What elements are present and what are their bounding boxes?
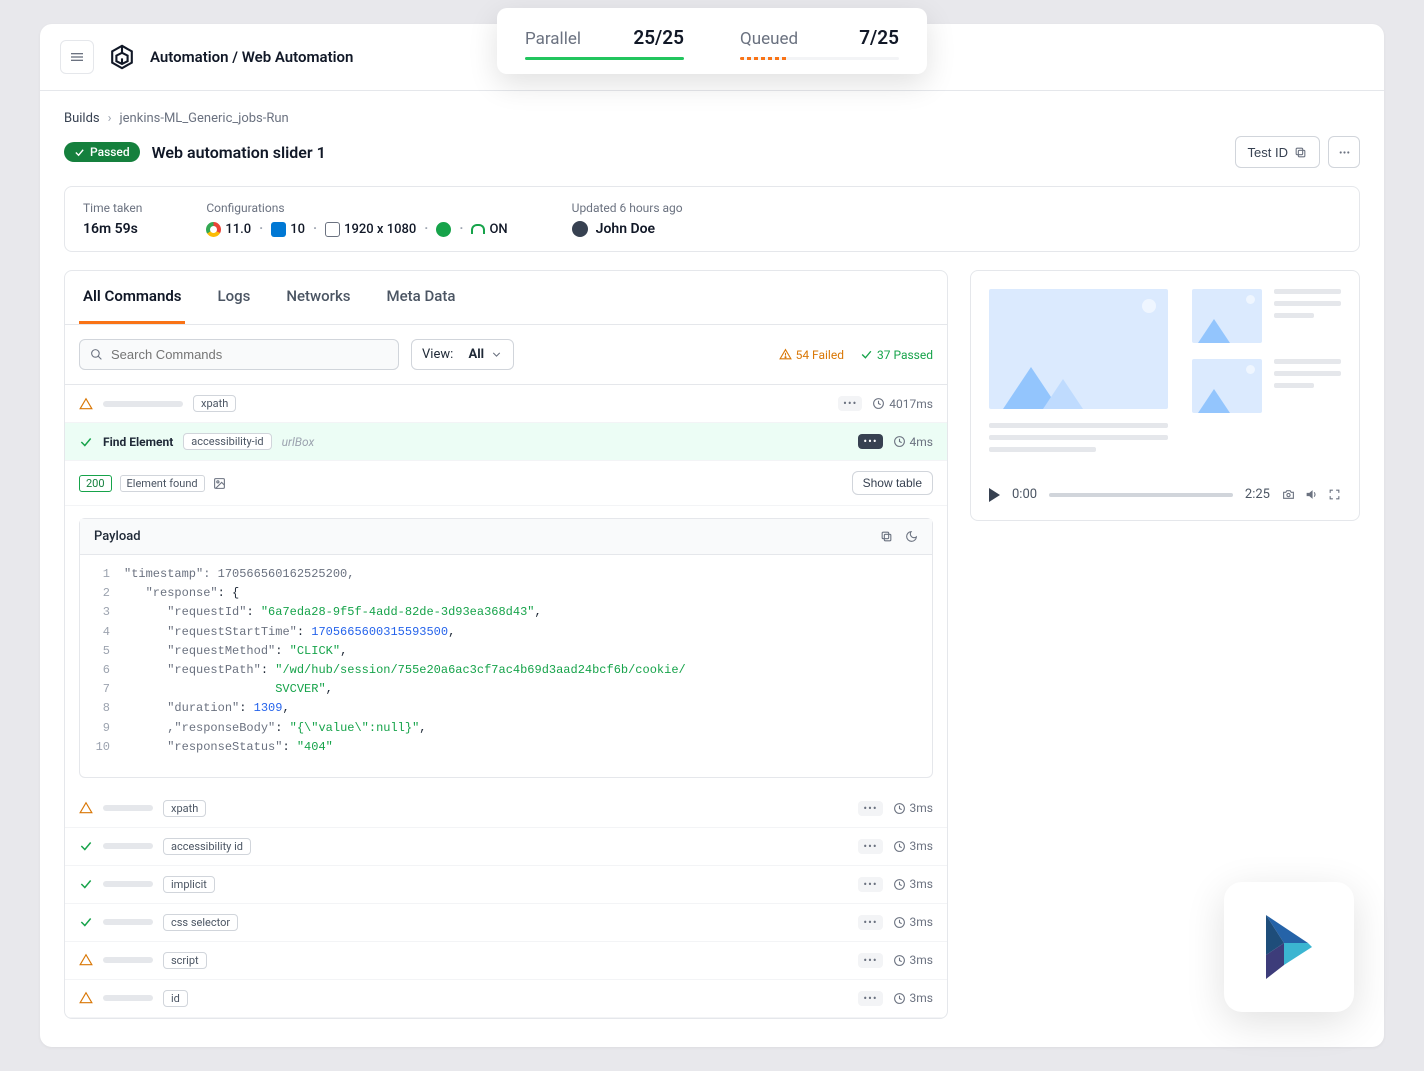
show-table-button[interactable]: Show table (852, 471, 933, 495)
clock-icon (893, 878, 906, 891)
brand-logo-fab[interactable] (1224, 882, 1354, 1012)
player-current-time: 0:00 (1012, 487, 1037, 502)
row-more-icon[interactable]: ••• (858, 915, 882, 930)
clock-icon (893, 916, 906, 929)
windows-icon (271, 222, 286, 237)
clock-icon (893, 954, 906, 967)
view-dropdown[interactable]: View: All (411, 339, 514, 370)
command-row[interactable]: css selector•••3ms (65, 904, 947, 942)
chevron-down-icon (490, 348, 503, 361)
command-row[interactable]: xpath ••• 4017ms (65, 385, 947, 423)
warning-icon (79, 991, 93, 1005)
warning-icon (779, 348, 792, 361)
app-logo-icon (108, 43, 136, 71)
player-track[interactable] (1049, 493, 1233, 497)
fullscreen-icon[interactable] (1328, 488, 1341, 501)
clock-icon (893, 435, 906, 448)
tab-metadata[interactable]: Meta Data (383, 271, 460, 324)
check-icon (79, 839, 93, 853)
row-more-icon[interactable]: ••• (858, 953, 882, 968)
search-input-wrap[interactable] (79, 339, 399, 370)
clock-icon (893, 802, 906, 815)
status-code-chip: 200 (79, 475, 112, 492)
tab-logs[interactable]: Logs (213, 271, 254, 324)
row-more-icon[interactable]: ••• (858, 434, 882, 449)
chrome-icon (206, 222, 221, 237)
command-row-active[interactable]: Find Element accessibility-id urlBox •••… (65, 423, 947, 461)
warning-icon (79, 397, 93, 411)
command-row[interactable]: xpath•••3ms (65, 790, 947, 828)
failed-count: 54 Failed (779, 348, 844, 362)
warning-icon (79, 801, 93, 815)
parallel-label: Parallel (525, 29, 581, 49)
menu-button[interactable] (60, 40, 94, 74)
test-title: Web automation slider 1 (152, 143, 326, 162)
command-row[interactable]: implicit•••3ms (65, 866, 947, 904)
breadcrumb-root[interactable]: Builds (64, 111, 100, 126)
volume-icon[interactable] (1305, 488, 1318, 501)
time-taken-value: 16m 59s (83, 221, 142, 237)
network-icon (436, 222, 451, 237)
row-more-icon[interactable]: ••• (858, 877, 882, 892)
chevron-right-icon: › (108, 111, 112, 126)
search-input[interactable] (111, 347, 388, 362)
preview-panel: 0:00 2:25 (970, 270, 1360, 521)
tab-all-commands[interactable]: All Commands (79, 271, 185, 324)
payload-panel: Payload 1"timestamp": 170566560162525200… (79, 518, 933, 778)
clock-icon (872, 397, 885, 410)
queued-value: 7/25 (859, 26, 899, 49)
moon-icon[interactable] (905, 530, 918, 543)
resolution-icon (325, 222, 340, 237)
copy-icon (1294, 146, 1307, 159)
user-name: John Doe (596, 221, 655, 237)
command-row[interactable]: id•••3ms (65, 980, 947, 1018)
breadcrumb: Builds › jenkins-ML_Generic_jobs-Run (64, 111, 1360, 126)
command-row[interactable]: accessibility id•••3ms (65, 828, 947, 866)
command-sub-row: 200 Element found Show table (65, 461, 947, 506)
row-more-icon[interactable]: ••• (858, 991, 882, 1006)
row-more-icon[interactable]: ••• (858, 801, 882, 816)
preview-thumbnail (989, 289, 1168, 409)
status-badge: Passed (64, 142, 140, 162)
tab-networks[interactable]: Networks (282, 271, 354, 324)
warning-icon (79, 953, 93, 967)
preview-thumbnail (1192, 359, 1262, 413)
queued-label: Queued (740, 29, 798, 49)
signal-icon (471, 224, 485, 234)
image-icon (213, 477, 226, 490)
camera-icon[interactable] (1282, 488, 1295, 501)
command-row[interactable]: script•••3ms (65, 942, 947, 980)
meta-card: Time taken 16m 59s Configurations 11.0 ·… (64, 186, 1360, 252)
play-button[interactable] (989, 488, 1000, 502)
floating-stats-panel: Parallel 25/25 Queued 7/25 (497, 8, 927, 74)
page-title: Automation / Web Automation (150, 48, 353, 66)
copy-icon[interactable] (880, 530, 893, 543)
breadcrumb-current: jenkins-ML_Generic_jobs-Run (120, 111, 289, 126)
avatar (572, 221, 588, 237)
check-icon (79, 915, 93, 929)
clock-icon (893, 840, 906, 853)
player-total-time: 2:25 (1245, 487, 1270, 502)
dots-icon (1338, 146, 1351, 159)
check-icon (79, 435, 93, 449)
row-more-icon[interactable]: ••• (838, 396, 862, 411)
check-icon (79, 877, 93, 891)
test-id-button[interactable]: Test ID (1235, 136, 1320, 168)
search-icon (90, 348, 103, 361)
clock-icon (893, 992, 906, 1005)
more-button[interactable] (1328, 136, 1360, 168)
row-more-icon[interactable]: ••• (858, 839, 882, 854)
check-icon (860, 348, 873, 361)
passed-count: 37 Passed (860, 348, 933, 362)
parallel-value: 25/25 (633, 26, 684, 49)
preview-thumbnail (1192, 289, 1262, 343)
